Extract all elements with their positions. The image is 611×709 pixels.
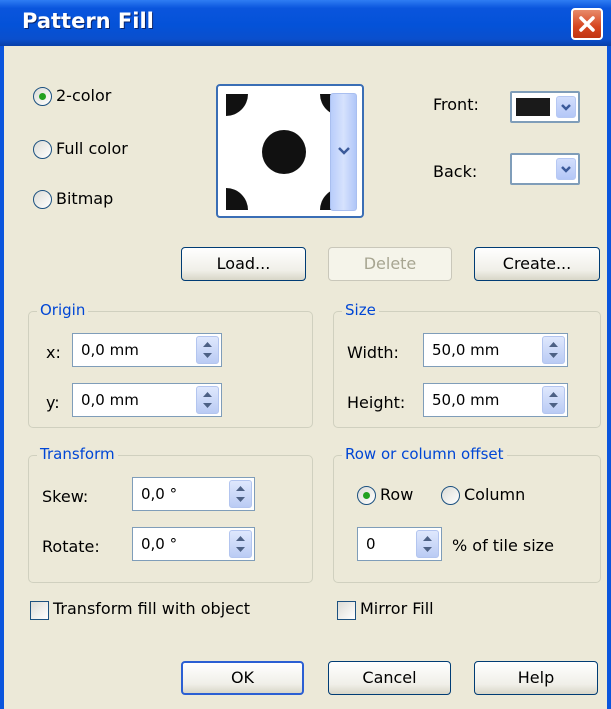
radio-column-label: Column bbox=[464, 485, 526, 504]
ok-button[interactable]: OK bbox=[181, 661, 304, 695]
transform-group: Transform bbox=[28, 445, 313, 583]
spin-arrows-icon bbox=[423, 536, 432, 552]
width-spinner[interactable] bbox=[542, 336, 565, 364]
origin-x-value: 0,0 mm bbox=[81, 341, 139, 359]
transform-fill-checkbox[interactable] bbox=[30, 601, 49, 620]
radio-selected-dot bbox=[363, 492, 370, 499]
radio-2-color-label: 2-color bbox=[56, 86, 112, 105]
load-button[interactable]: Load... bbox=[181, 247, 306, 281]
mirror-fill-checkbox[interactable] bbox=[337, 601, 356, 620]
skew-label: Skew: bbox=[42, 487, 89, 506]
width-label: Width: bbox=[347, 343, 399, 362]
origin-x-label: x: bbox=[46, 343, 61, 362]
front-label: Front: bbox=[433, 95, 479, 114]
front-color-swatch bbox=[516, 98, 550, 116]
front-color-picker[interactable] bbox=[510, 91, 580, 123]
spin-arrows-icon bbox=[236, 486, 245, 502]
create-button[interactable]: Create... bbox=[474, 247, 600, 281]
height-spinner[interactable] bbox=[542, 386, 565, 414]
rotate-value: 0,0 ° bbox=[141, 535, 178, 553]
transform-fill-label: Transform fill with object bbox=[53, 599, 251, 618]
radio-full-color-label: Full color bbox=[56, 139, 128, 158]
chevron-down-icon bbox=[561, 104, 571, 111]
radio-bitmap-label: Bitmap bbox=[56, 189, 114, 208]
title-bar[interactable]: Pattern Fill bbox=[0, 0, 611, 46]
spin-arrows-icon bbox=[203, 342, 212, 358]
offset-percent-spinner[interactable] bbox=[416, 530, 439, 558]
radio-bitmap[interactable] bbox=[33, 190, 52, 209]
radio-selected-dot bbox=[39, 93, 46, 100]
pattern-preview bbox=[226, 94, 342, 210]
transform-group-label: Transform bbox=[37, 445, 118, 463]
delete-button[interactable]: Delete bbox=[328, 247, 452, 281]
spin-arrows-icon bbox=[549, 342, 558, 358]
cancel-button[interactable]: Cancel bbox=[328, 661, 451, 695]
offset-percent-value: 0 bbox=[366, 535, 376, 553]
width-input[interactable]: 50,0 mm bbox=[423, 333, 568, 367]
rotate-input[interactable]: 0,0 ° bbox=[132, 527, 255, 561]
height-label: Height: bbox=[347, 393, 406, 412]
radio-column[interactable] bbox=[441, 486, 460, 505]
pattern-dot bbox=[226, 94, 248, 116]
rotate-label: Rotate: bbox=[42, 537, 100, 556]
back-color-swatch bbox=[516, 160, 550, 178]
origin-y-input[interactable]: 0,0 mm bbox=[72, 383, 222, 417]
origin-x-spinner[interactable] bbox=[196, 336, 219, 364]
offset-percent-input[interactable]: 0 bbox=[357, 527, 442, 561]
radio-full-color[interactable] bbox=[33, 140, 52, 159]
offset-group-label: Row or column offset bbox=[342, 445, 507, 463]
origin-y-spinner[interactable] bbox=[196, 386, 219, 414]
pattern-dot bbox=[226, 188, 248, 210]
offset-group: Row or column offset bbox=[333, 445, 601, 583]
rotate-spinner[interactable] bbox=[229, 530, 252, 558]
radio-row[interactable] bbox=[357, 486, 376, 505]
spin-arrows-icon bbox=[549, 392, 558, 408]
origin-x-input[interactable]: 0,0 mm bbox=[72, 333, 222, 367]
window-title: Pattern Fill bbox=[22, 9, 154, 33]
origin-y-label: y: bbox=[46, 393, 60, 412]
help-button[interactable]: Help bbox=[474, 661, 598, 695]
back-color-dropdown[interactable] bbox=[556, 158, 576, 180]
back-label: Back: bbox=[433, 162, 478, 181]
skew-spinner[interactable] bbox=[229, 480, 252, 508]
chevron-down-icon bbox=[561, 166, 571, 173]
pattern-dot bbox=[262, 130, 306, 174]
percent-suffix: % of tile size bbox=[452, 536, 554, 555]
radio-row-label: Row bbox=[380, 485, 414, 504]
origin-group-label: Origin bbox=[37, 301, 89, 319]
chevron-down-icon bbox=[338, 147, 350, 155]
spin-arrows-icon bbox=[236, 536, 245, 552]
width-value: 50,0 mm bbox=[432, 341, 500, 359]
size-group-label: Size bbox=[342, 301, 379, 319]
height-value: 50,0 mm bbox=[432, 391, 500, 409]
origin-y-value: 0,0 mm bbox=[81, 391, 139, 409]
close-icon bbox=[579, 16, 595, 32]
pattern-dropdown-button[interactable] bbox=[330, 93, 357, 211]
front-color-dropdown[interactable] bbox=[556, 96, 576, 118]
mirror-fill-label: Mirror Fill bbox=[360, 599, 434, 618]
height-input[interactable]: 50,0 mm bbox=[423, 383, 568, 417]
radio-2-color[interactable] bbox=[33, 87, 52, 106]
back-color-picker[interactable] bbox=[510, 153, 580, 185]
spin-arrows-icon bbox=[203, 392, 212, 408]
skew-input[interactable]: 0,0 ° bbox=[132, 477, 255, 511]
close-button[interactable] bbox=[571, 8, 603, 40]
skew-value: 0,0 ° bbox=[141, 485, 178, 503]
